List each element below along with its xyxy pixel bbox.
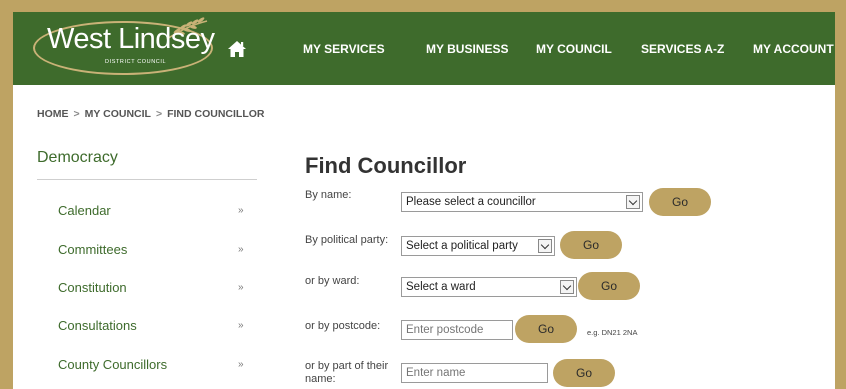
go-button-postcode[interactable]: Go xyxy=(515,315,577,343)
breadcrumb-my-council[interactable]: MY COUNCIL xyxy=(85,108,151,120)
name-input[interactable] xyxy=(401,363,548,383)
sidebar-title: Democracy xyxy=(37,149,118,166)
nav-my-account[interactable]: MY ACCOUNT xyxy=(753,42,834,56)
breadcrumb: HOME > MY COUNCIL > FIND COUNCILLOR xyxy=(37,108,265,120)
councillor-select-value: Please select a councillor xyxy=(406,196,536,208)
sidebar-item-consultations[interactable]: Consultations xyxy=(58,318,137,333)
page: West Lindsey DISTRICT COUNCIL MY SERVICE… xyxy=(13,12,835,389)
postcode-input[interactable] xyxy=(401,320,513,340)
sidebar-item-committees[interactable]: Committees xyxy=(58,242,127,257)
party-select[interactable]: Select a political party xyxy=(401,236,555,256)
by-postcode-label: or by postcode: xyxy=(305,320,381,332)
breadcrumb-current: FIND COUNCILLOR xyxy=(167,108,265,120)
breadcrumb-home[interactable]: HOME xyxy=(37,108,69,120)
chevron-right-icon: » xyxy=(238,244,244,255)
logo-name: West Lindsey xyxy=(47,23,215,55)
breadcrumb-separator: > xyxy=(155,108,163,120)
nav-my-services[interactable]: MY SERVICES xyxy=(303,42,385,56)
home-icon[interactable] xyxy=(227,40,247,58)
chevron-down-icon xyxy=(560,280,574,294)
go-button-part-name[interactable]: Go xyxy=(553,359,615,387)
go-button-party[interactable]: Go xyxy=(560,231,622,259)
ward-select-value: Select a ward xyxy=(406,281,476,293)
sidebar-item-constitution[interactable]: Constitution xyxy=(58,280,127,295)
ward-select[interactable]: Select a ward xyxy=(401,277,577,297)
sidebar-item-county-councillors[interactable]: County Councillors xyxy=(58,357,167,372)
site-logo[interactable]: West Lindsey DISTRICT COUNCIL xyxy=(33,17,215,75)
by-part-name-label: or by part of their name: xyxy=(305,360,389,385)
sidebar-item-calendar[interactable]: Calendar xyxy=(58,203,111,218)
chevron-right-icon: » xyxy=(238,205,244,216)
by-name-label: By name: xyxy=(305,189,352,201)
by-party-label: By political party: xyxy=(305,234,389,246)
party-select-value: Select a political party xyxy=(406,240,518,252)
nav-my-business[interactable]: MY BUSINESS xyxy=(426,42,508,56)
go-button-ward[interactable]: Go xyxy=(578,272,640,300)
chevron-right-icon: » xyxy=(238,359,244,370)
chevron-right-icon: » xyxy=(238,282,244,293)
logo-subtitle: DISTRICT COUNCIL xyxy=(105,59,167,65)
nav-services-a-z[interactable]: SERVICES A-Z xyxy=(641,42,724,56)
postcode-hint: e.g. DN21 2NA xyxy=(587,328,638,337)
chevron-right-icon: » xyxy=(238,320,244,331)
chevron-down-icon xyxy=(538,239,552,253)
by-ward-label: or by ward: xyxy=(305,275,360,287)
sidebar-divider xyxy=(37,179,257,180)
breadcrumb-separator: > xyxy=(73,108,80,120)
chevron-down-icon xyxy=(626,195,640,209)
nav-my-council[interactable]: MY COUNCIL xyxy=(536,42,612,56)
page-title: Find Councillor xyxy=(305,153,467,178)
go-button-name[interactable]: Go xyxy=(649,188,711,216)
councillor-select[interactable]: Please select a councillor xyxy=(401,192,643,212)
site-header: West Lindsey DISTRICT COUNCIL MY SERVICE… xyxy=(13,12,835,85)
